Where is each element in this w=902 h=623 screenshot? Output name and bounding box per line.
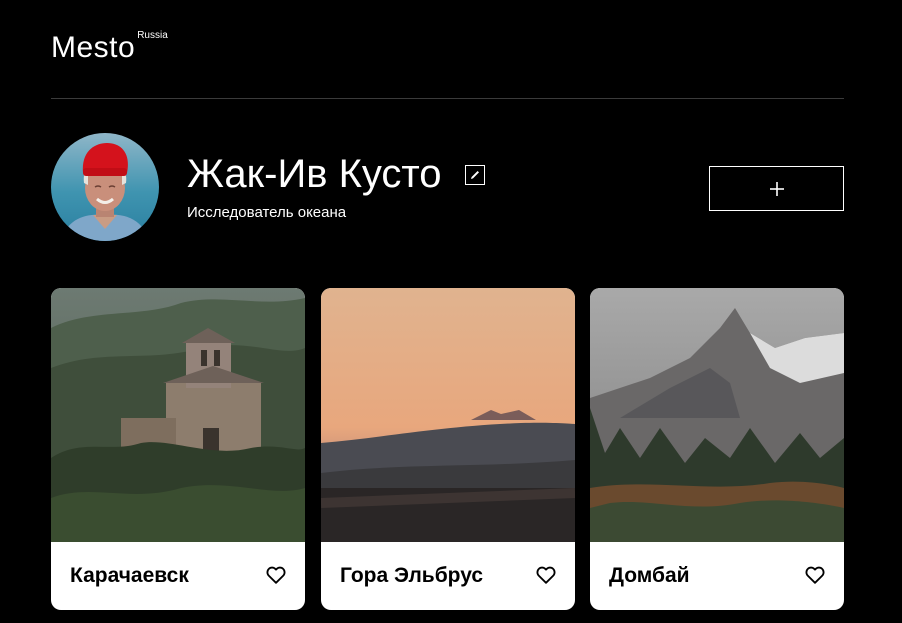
page: Mesto Russia Жак-Ив Кусто Исследователь …	[0, 0, 902, 623]
profile: Жак-Ив Кусто Исследователь океана	[51, 133, 844, 243]
card-title: Гора Эльбрус	[340, 564, 484, 587]
card: Домбай	[590, 288, 844, 610]
card-image[interactable]	[51, 288, 305, 542]
logo[interactable]: Mesto Russia	[51, 31, 168, 65]
add-card-button[interactable]	[709, 166, 844, 211]
plus-icon	[769, 181, 784, 196]
heart-icon	[266, 566, 286, 584]
logo-subtitle: Russia	[137, 30, 168, 41]
card: Гора Эльбрус	[321, 288, 575, 610]
like-button[interactable]	[804, 564, 826, 586]
heart-icon	[536, 566, 556, 584]
card-image[interactable]	[321, 288, 575, 542]
avatar-image	[51, 133, 159, 241]
avatar[interactable]	[51, 133, 159, 241]
like-button[interactable]	[265, 564, 287, 586]
heart-icon	[805, 566, 825, 584]
edit-profile-button[interactable]	[465, 165, 485, 185]
cards-grid: Карачаевск Гора Эльбрус Домбай	[51, 288, 844, 611]
like-button[interactable]	[535, 564, 557, 586]
pencil-icon	[471, 171, 479, 179]
card: Карачаевск	[51, 288, 305, 610]
card-title: Домбай	[609, 564, 690, 587]
card-image[interactable]	[590, 288, 844, 542]
profile-about: Исследователь океана	[187, 204, 347, 221]
logo-text: Mesto	[51, 31, 136, 64]
card-title: Карачаевск	[70, 564, 189, 587]
profile-name: Жак-Ив Кусто	[187, 152, 442, 196]
header: Mesto Russia	[51, 0, 844, 99]
